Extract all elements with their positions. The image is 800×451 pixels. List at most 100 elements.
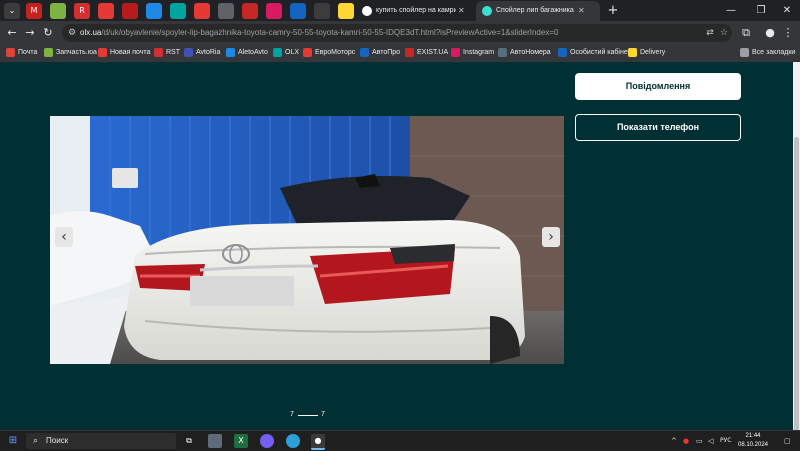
all-bookmarks-button[interactable]: Все закладки <box>740 46 795 60</box>
bookmark-label: AletoAvto <box>238 49 268 56</box>
back-icon[interactable]: ← <box>4 25 20 41</box>
calculator-app-icon[interactable] <box>208 434 222 448</box>
all-bookmarks-label: Все закладки <box>752 49 796 56</box>
photo-total-count: 7 <box>321 411 325 418</box>
pinned-tab-car-icon[interactable] <box>122 3 138 19</box>
close-window-icon[interactable]: ✕ <box>774 0 800 21</box>
windows-start-icon[interactable]: ⊞ <box>6 434 20 448</box>
bookmark-icon <box>154 47 163 57</box>
bookmark-item[interactable]: Delivery <box>628 46 665 60</box>
bookmark-item[interactable]: EXIST.UA <box>405 46 448 60</box>
pinned-tab-exist-icon[interactable] <box>242 3 258 19</box>
windows-taskbar: ⊞ ⌕ Поиск ⧉ X ● ^ ● ▭ ◁ РУС 21:44 08.10.… <box>0 430 800 451</box>
bookmark-icon <box>303 47 312 57</box>
tab-label: Спойлер лип багажника Toyota <box>496 7 576 14</box>
viber-app-icon[interactable] <box>260 434 274 448</box>
pinned-tab-gmail-icon[interactable]: M <box>26 3 42 19</box>
profile-avatar-icon[interactable]: ● <box>762 25 778 41</box>
close-tab-icon[interactable]: ✕ <box>458 1 465 21</box>
bookmark-item[interactable]: ЕвроМоторс <box>303 46 355 60</box>
minimize-icon[interactable]: — <box>718 0 744 21</box>
bookmark-icon <box>558 47 567 57</box>
photo-prev-button[interactable]: ‹ <box>55 227 73 247</box>
taskbar-search[interactable]: ⌕ Поиск <box>26 433 176 449</box>
bookmark-item[interactable]: Особистий кабінет <box>558 46 631 60</box>
bookmark-item[interactable]: АвтоПро <box>360 46 400 60</box>
photo-next-button[interactable]: › <box>542 227 560 247</box>
listing-photo[interactable] <box>50 116 564 364</box>
bookmark-label: Почта <box>18 49 38 56</box>
pinned-tab-rst-icon[interactable]: R <box>74 3 90 19</box>
close-tab-icon[interactable]: ✕ <box>578 1 585 21</box>
forward-icon[interactable]: → <box>22 25 38 41</box>
bookmark-item[interactable]: OLX <box>273 46 299 60</box>
bookmark-item[interactable]: Запчасть.юа <box>44 46 97 60</box>
url-text[interactable]: olx.ua/d/uk/obyavlenie/spoyler-lip-bagaz… <box>80 24 558 42</box>
bookmark-item[interactable]: AletoAvto <box>226 46 268 60</box>
scrollbar-thumb[interactable] <box>794 137 799 432</box>
bookmark-icon <box>451 47 460 57</box>
volume-icon[interactable]: ◁ <box>708 435 713 447</box>
system-clock[interactable]: 21:44 08.10.2024 <box>735 432 771 450</box>
tray-overflow-icon[interactable]: ^ <box>671 435 677 447</box>
network-icon[interactable]: ▭ <box>696 435 703 447</box>
chrome-app-icon[interactable]: ● <box>311 434 325 450</box>
bookmark-item[interactable]: АвтоНомера <box>498 46 551 60</box>
bookmark-icon <box>44 47 53 57</box>
show-phone-button[interactable]: Показати телефон <box>575 114 741 141</box>
bookmark-label: Новая почта <box>110 49 151 56</box>
pinned-tab-evromotors-icon[interactable] <box>194 3 210 19</box>
pinned-tab-delivery-icon[interactable] <box>338 3 354 19</box>
tab-label: купить спойлер на камри 55 в <box>376 7 456 14</box>
pagination-divider <box>298 415 318 416</box>
restore-icon[interactable]: ❐ <box>748 0 774 21</box>
car-photo-illustration <box>50 116 564 364</box>
notifications-icon[interactable]: ▢ <box>784 435 791 447</box>
bookmark-label: AvtoRia <box>196 49 221 56</box>
language-indicator[interactable]: РУС <box>720 435 731 447</box>
bookmark-label: RST <box>166 49 180 56</box>
bookmark-icon <box>273 47 282 57</box>
browser-toolbar: ← → ↻ ⚙ olx.ua/d/uk/obyavlenie/spoyler-l… <box>0 21 800 44</box>
clock-time: 21:44 <box>745 433 761 439</box>
task-view-icon[interactable]: ⧉ <box>182 434 196 448</box>
excel-app-icon[interactable]: X <box>234 434 248 448</box>
telegram-app-icon[interactable] <box>286 434 300 448</box>
pinned-tab-aletoavto-icon[interactable] <box>146 3 162 19</box>
pinned-tab-instagram-icon[interactable] <box>266 3 282 19</box>
google-icon <box>362 6 372 16</box>
tab-search-icon[interactable]: ⌄ <box>4 3 20 19</box>
menu-icon[interactable]: ⋮ <box>780 25 796 41</box>
bookmark-icon <box>98 47 107 57</box>
extensions-icon[interactable]: ⧉ <box>738 25 754 41</box>
bookmark-label: АвтоНомера <box>510 49 551 56</box>
tab-active-listing[interactable]: Спойлер лип багажника Toyota✕ <box>476 1 600 21</box>
tab-search-results[interactable]: купить спойлер на камри 55 в✕ <box>356 1 476 21</box>
new-tab-button[interactable]: + <box>600 0 626 21</box>
pinned-tab-avtopro-icon[interactable] <box>218 3 234 19</box>
olx-favicon-icon <box>482 6 492 16</box>
bookmark-label: EXIST.UA <box>417 49 449 56</box>
bookmark-icon <box>360 47 369 57</box>
reload-icon[interactable]: ↻ <box>40 25 56 41</box>
clock-date: 08.10.2024 <box>737 442 769 448</box>
bookmark-item[interactable]: Instagram <box>451 46 494 60</box>
pinned-tab-zapchast-icon[interactable] <box>50 3 66 19</box>
address-bar[interactable]: ⚙ olx.ua/d/uk/obyavlenie/spoyler-lip-bag… <box>62 24 732 42</box>
bookmark-star-icon[interactable]: ☆ <box>716 25 732 41</box>
pinned-tab-tool-icon[interactable] <box>314 3 330 19</box>
pinned-tab-novaposhta-icon[interactable] <box>98 3 114 19</box>
page-scrollbar[interactable] <box>793 62 800 432</box>
message-button[interactable]: Повідомлення <box>575 73 741 100</box>
bookmark-item[interactable]: AvtoRia <box>184 46 220 60</box>
site-info-icon[interactable]: ⚙ <box>64 25 80 41</box>
url-path: /d/uk/obyavlenie/spoyler-lip-bagazhnika-… <box>101 28 559 37</box>
pinned-tab-olx-icon[interactable] <box>170 3 186 19</box>
tray-app-icon[interactable]: ● <box>683 435 689 447</box>
bookmark-item[interactable]: RST <box>154 46 180 60</box>
bookmark-item[interactable]: Почта <box>6 46 37 60</box>
pinned-tab-avtonomera-icon[interactable] <box>290 3 306 19</box>
bookmark-icon <box>184 47 193 57</box>
bookmark-item[interactable]: Новая почта <box>98 46 150 60</box>
bookmark-icon <box>6 47 15 57</box>
